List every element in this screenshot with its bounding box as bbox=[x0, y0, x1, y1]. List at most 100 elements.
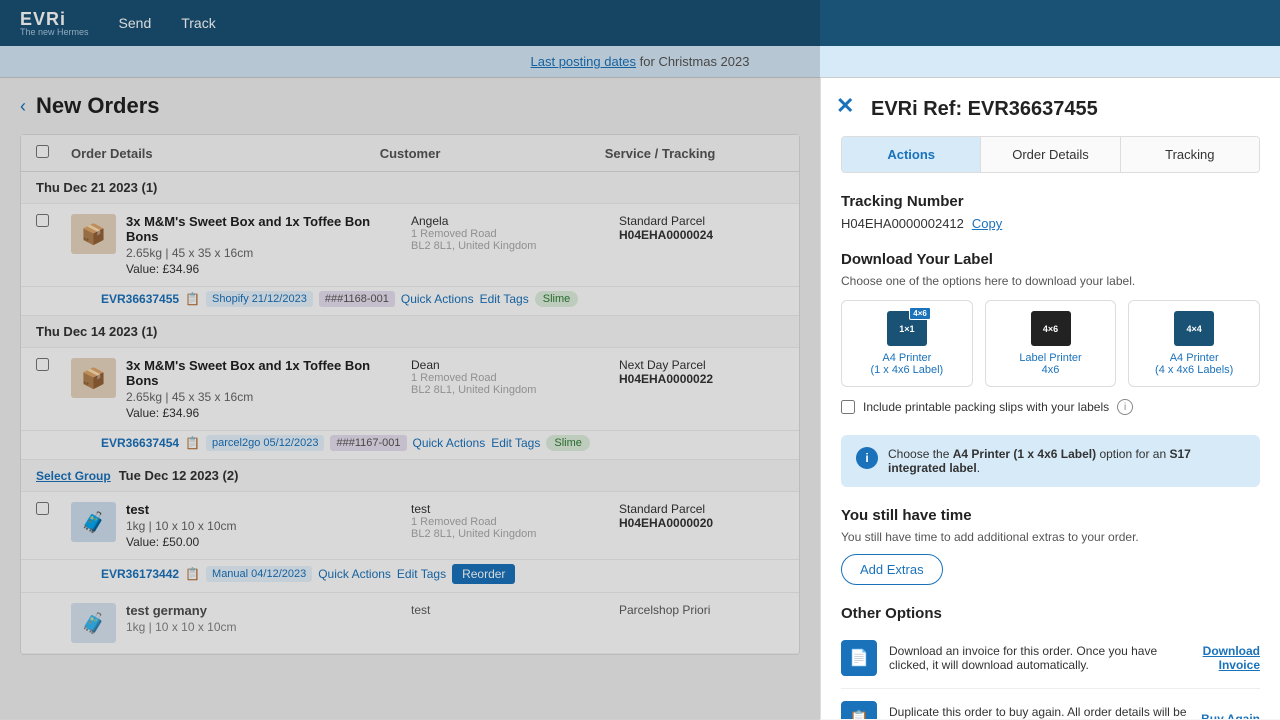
download-invoice-link[interactable]: Download bbox=[1203, 644, 1260, 658]
order-tracking-1: H04EHA0000024 bbox=[619, 228, 784, 242]
slime-badge-2: Slime bbox=[546, 435, 590, 451]
row-checkbox-3[interactable] bbox=[36, 502, 49, 515]
customer-name-1: Angela bbox=[411, 214, 609, 228]
customer-addr1-2: 1 Removed Road bbox=[411, 372, 609, 384]
select-all-checkbox[interactable] bbox=[36, 145, 49, 158]
logo-evri-text: EVRi bbox=[20, 10, 89, 28]
quick-actions-link-1[interactable]: Quick Actions bbox=[401, 292, 474, 306]
other-options-title: Other Options bbox=[841, 605, 1260, 622]
customer-name-4: test bbox=[411, 603, 609, 617]
edit-tags-link-3[interactable]: Edit Tags bbox=[397, 567, 446, 581]
still-time-desc: You still have time to add additional ex… bbox=[841, 530, 1260, 544]
row-checkbox-2[interactable] bbox=[36, 358, 49, 371]
copy-icon-3[interactable]: 📋 bbox=[185, 567, 200, 581]
order-actions-row-1: EVR36637455 📋 Shopify 21/12/2023 ###1168… bbox=[21, 287, 799, 316]
page-title-row: ‹ New Orders bbox=[20, 93, 800, 119]
quick-actions-link-2[interactable]: Quick Actions bbox=[413, 436, 486, 450]
duplicate-icon: 📋 bbox=[841, 701, 877, 719]
tab-tracking[interactable]: Tracking bbox=[1121, 137, 1259, 172]
table-row: 🧳 test germany 1kg | 10 x 10 x 10cm test… bbox=[21, 593, 799, 654]
group-header-dec21: Thu Dec 21 2023 (1) bbox=[21, 172, 799, 204]
order-image-2: 📦 bbox=[71, 358, 116, 398]
copy-icon-2[interactable]: 📋 bbox=[185, 436, 200, 450]
packing-slip-label: Include printable packing slips with you… bbox=[863, 400, 1109, 414]
other-options-section: Other Options 📄 Download an invoice for … bbox=[841, 605, 1260, 719]
quick-actions-link-3[interactable]: Quick Actions bbox=[318, 567, 391, 581]
orders-table: Order Details Customer Service / Trackin… bbox=[20, 134, 800, 655]
main-area: ‹ New Orders Order Details Customer Serv… bbox=[0, 78, 1280, 719]
evr-ref-2[interactable]: EVR36637454 bbox=[101, 436, 179, 450]
buy-again-link[interactable]: Buy Again bbox=[1201, 712, 1260, 719]
duplicate-desc: Duplicate this order to buy again. All o… bbox=[889, 705, 1189, 719]
left-panel: ‹ New Orders Order Details Customer Serv… bbox=[0, 78, 820, 719]
download-label-title: Download Your Label bbox=[841, 251, 1260, 268]
download-invoice-link-2[interactable]: Invoice bbox=[1219, 658, 1260, 672]
order-image-3: 🧳 bbox=[71, 502, 116, 542]
panel-title: EVRi Ref: EVR36637455 bbox=[841, 98, 1260, 121]
banner-link[interactable]: Last posting dates bbox=[531, 54, 637, 69]
order-tracking-2: H04EHA0000022 bbox=[619, 372, 784, 386]
packing-slip-checkbox[interactable] bbox=[841, 400, 855, 414]
label-icon-a4-4x4: 4×4 bbox=[1174, 311, 1214, 346]
packing-slip-info-icon[interactable]: i bbox=[1117, 399, 1133, 415]
info-box-icon: i bbox=[856, 447, 878, 469]
group-date-dec21: Thu Dec 21 2023 (1) bbox=[36, 180, 157, 195]
store-badge-2: parcel2go 05/12/2023 bbox=[206, 435, 324, 451]
order-name-2: 3x M&M's Sweet Box and 1x Toffee Bon Bon… bbox=[126, 358, 401, 388]
group-header-dec12: Select Group Tue Dec 12 2023 (2) bbox=[21, 460, 799, 492]
customer-addr1-1: 1 Removed Road bbox=[411, 228, 609, 240]
back-button[interactable]: ‹ bbox=[20, 96, 26, 117]
banner: Last posting dates for Christmas 2023 bbox=[0, 46, 1280, 78]
copy-tracking-link[interactable]: Copy bbox=[972, 216, 1002, 231]
select-group-link[interactable]: Select Group bbox=[36, 469, 111, 483]
order-customer-2: Dean 1 Removed Road BL2 8L1, United King… bbox=[411, 358, 609, 396]
download-label-section: Download Your Label Choose one of the op… bbox=[841, 251, 1260, 415]
info-box-text: Choose the A4 Printer (1 x 4x6 Label) op… bbox=[888, 447, 1245, 475]
label-option-a4-4x4x6[interactable]: 4×4 A4 Printer (4 x 4x6 Labels) bbox=[1128, 300, 1260, 387]
order-customer-4: test bbox=[411, 603, 609, 617]
order-details-2: 3x M&M's Sweet Box and 1x Toffee Bon Bon… bbox=[126, 358, 401, 420]
customer-name-2: Dean bbox=[411, 358, 609, 372]
order-name-4: test germany bbox=[126, 603, 401, 618]
edit-tags-link-2[interactable]: Edit Tags bbox=[491, 436, 540, 450]
order-value-1: Value: £34.96 bbox=[126, 262, 401, 276]
invoice-desc: Download an invoice for this order. Once… bbox=[889, 644, 1191, 672]
info-box: i Choose the A4 Printer (1 x 4x6 Label) … bbox=[841, 435, 1260, 487]
table-row: 📦 3x M&M's Sweet Box and 1x Toffee Bon B… bbox=[21, 348, 799, 431]
store-badge-3: Manual 04/12/2023 bbox=[206, 566, 312, 582]
order-actions-row-3: EVR36173442 📋 Manual 04/12/2023 Quick Ac… bbox=[21, 560, 799, 593]
order-weight-1: 2.65kg | 45 x 35 x 16cm bbox=[126, 246, 401, 260]
label-option-a4-1x4x6[interactable]: 1×1 4×6 A4 Printer (1 x 4x6 Label) bbox=[841, 300, 973, 387]
tracking-number-title: Tracking Number bbox=[841, 193, 1260, 210]
evr-ref-3[interactable]: EVR36173442 bbox=[101, 567, 179, 581]
label-icon-a4: 1×1 4×6 bbox=[887, 311, 927, 346]
label-option-sub-2: 4x6 bbox=[994, 364, 1108, 376]
reorder-button[interactable]: Reorder bbox=[452, 564, 515, 584]
row-checkbox-1[interactable] bbox=[36, 214, 49, 227]
banner-text: for Christmas 2023 bbox=[636, 54, 749, 69]
panel-tabs: Actions Order Details Tracking bbox=[841, 136, 1260, 173]
label-option-4x6[interactable]: 4×6 Label Printer 4x6 bbox=[985, 300, 1117, 387]
order-service-3: Standard Parcel H04EHA0000020 bbox=[619, 502, 784, 530]
order-customer-3: test 1 Removed Road BL2 8L1, United King… bbox=[411, 502, 609, 540]
nav-track[interactable]: Track bbox=[181, 15, 215, 31]
other-option-duplicate: 📋 Duplicate this order to buy again. All… bbox=[841, 689, 1260, 719]
edit-tags-link-1[interactable]: Edit Tags bbox=[480, 292, 529, 306]
label-option-name-2: Label Printer bbox=[994, 352, 1108, 364]
still-time-title: You still have time bbox=[841, 507, 1260, 524]
order-value-2: Value: £34.96 bbox=[126, 406, 401, 420]
copy-icon-1[interactable]: 📋 bbox=[185, 292, 200, 306]
tab-actions[interactable]: Actions bbox=[842, 137, 981, 172]
close-button[interactable]: ✕ bbox=[836, 93, 854, 119]
tab-order-details[interactable]: Order Details bbox=[981, 137, 1120, 172]
label-icon-4x6: 4×6 bbox=[1031, 311, 1071, 346]
add-extras-button[interactable]: Add Extras bbox=[841, 554, 943, 585]
label-option-sub-3: (4 x 4x6 Labels) bbox=[1137, 364, 1251, 376]
nav-send[interactable]: Send bbox=[119, 15, 152, 31]
other-option-invoice: 📄 Download an invoice for this order. On… bbox=[841, 628, 1260, 689]
order-id-badge-1: ###1168-001 bbox=[319, 291, 395, 307]
table-row: 🧳 test 1kg | 10 x 10 x 10cm Value: £50.0… bbox=[21, 492, 799, 560]
order-image-4: 🧳 bbox=[71, 603, 116, 643]
customer-addr2-3: BL2 8L1, United Kingdom bbox=[411, 528, 609, 540]
evr-ref-1[interactable]: EVR36637455 bbox=[101, 292, 179, 306]
